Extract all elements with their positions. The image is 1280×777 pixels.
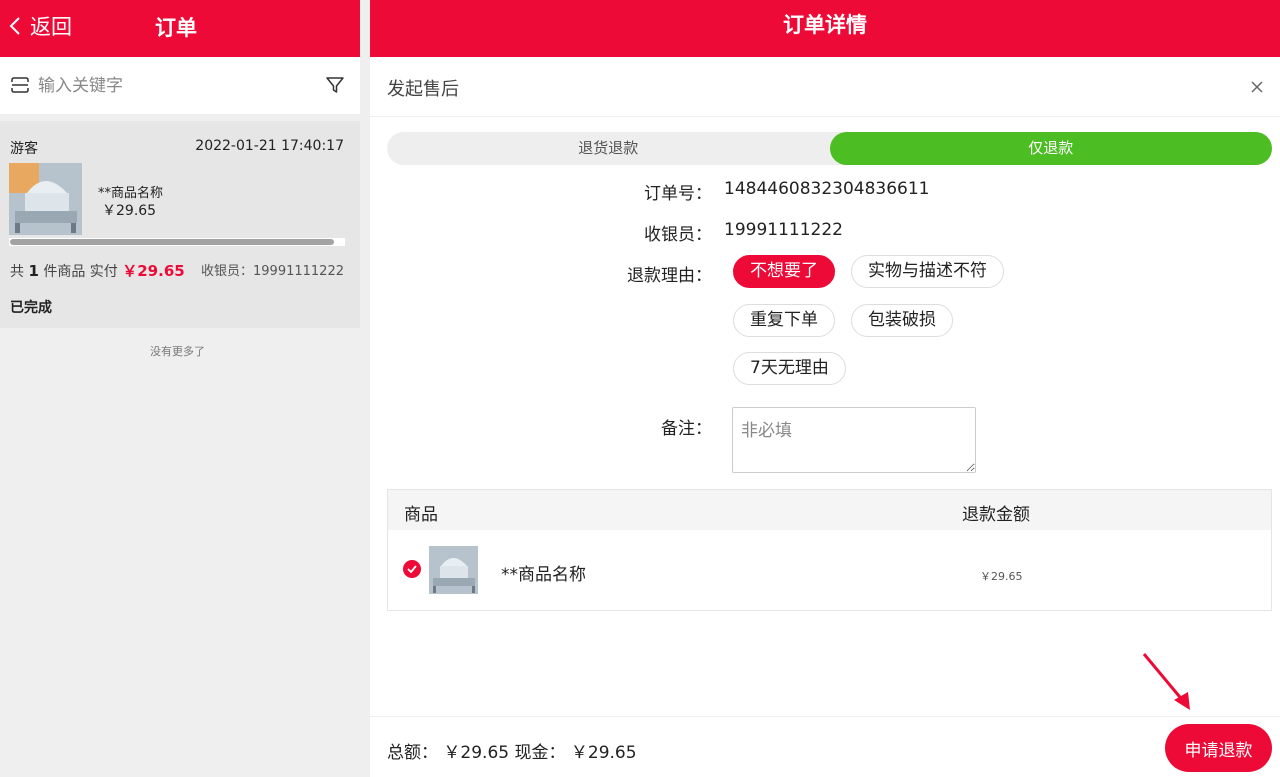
tab-refund-only[interactable]: 仅退款 [829,132,1272,165]
order-summary: 共 1 件商品 实付 ￥29.65 [10,262,185,280]
order-product-price: ￥29.65 [102,203,157,219]
remark-label: 备注： [661,419,712,439]
column-header-refund-amount: 退款金额 [962,505,1030,525]
dialog-footer: 总额： ￥29.65 现金： ￥29.65 申请退款 [370,716,1280,777]
order-user: 游客 [10,141,38,157]
table-row: **商品名称 ￥29.65 [388,530,1271,610]
apply-refund-button[interactable]: 申请退款 [1165,724,1272,772]
reason-option[interactable]: 7天无理由 [733,352,846,385]
dialog-header: 发起售后 [370,57,1280,117]
reason-label: 退款理由： [627,266,712,286]
order-product-name: **商品名称 [98,186,164,201]
item-count: 1 [28,262,39,280]
filter-icon[interactable] [325,75,345,95]
order-detail-pane: 订单详情 发起售后 退货退款 仅退款 订单号： 1484460832304836… [370,0,1280,777]
order-no-label: 订单号： [644,184,712,204]
tab-return-refund[interactable]: 退货退款 [387,132,830,165]
search-input[interactable] [38,71,308,101]
item-checkbox[interactable] [403,560,421,578]
no-more-text: 没有更多了 [150,345,205,358]
remark-textarea[interactable] [732,407,976,473]
reason-option[interactable]: 不想要了 [733,255,835,288]
left-header: 返回 订单 [0,0,360,57]
order-cashier: 收银员：19991111222 [201,264,344,279]
total-text: 总额： ￥29.65 现金： ￥29.65 [387,743,637,763]
order-time: 2022-01-21 17:40:17 [195,138,344,154]
order-status: 已完成 [10,300,52,316]
scrollbar-thumb[interactable] [10,239,334,245]
order-list-pane: 返回 订单 游客 2022-01-21 17:40:17 **商品名称 ￥29.… [0,0,360,777]
arrow-annotation-icon [1142,653,1190,710]
check-icon [407,565,417,573]
item-name: **商品名称 [501,565,586,585]
paid-amount: ￥29.65 [122,262,185,280]
page-title: 订单 [155,16,197,40]
cashier-label: 收银员： [644,225,712,245]
detail-title: 订单详情 [370,0,1280,57]
reason-option[interactable]: 实物与描述不符 [851,255,1004,288]
refund-type-switch: 退货退款 仅退款 [387,132,1272,165]
horizontal-scrollbar[interactable] [9,238,345,246]
refund-items-table: 商品 退款金额 **商品名称 ￥29.65 [387,489,1272,611]
order-no-value: 1484460832304836611 [724,179,930,199]
reason-option[interactable]: 重复下单 [733,304,835,337]
column-header-product: 商品 [404,505,438,525]
table-header: 商品 退款金额 [388,490,1271,530]
item-refund-amount: ￥29.65 [980,570,1023,583]
product-thumbnail [9,163,82,235]
cashier-value: 19991111222 [724,220,843,240]
order-card[interactable]: 游客 2022-01-21 17:40:17 **商品名称 ￥29.65 共 1… [0,121,360,328]
dialog-title: 发起售后 [387,79,459,100]
search-bar [0,57,360,114]
product-thumbnail [429,546,478,594]
scan-icon[interactable] [11,77,29,93]
reason-option[interactable]: 包装破损 [851,304,953,337]
close-icon[interactable] [1250,80,1264,94]
